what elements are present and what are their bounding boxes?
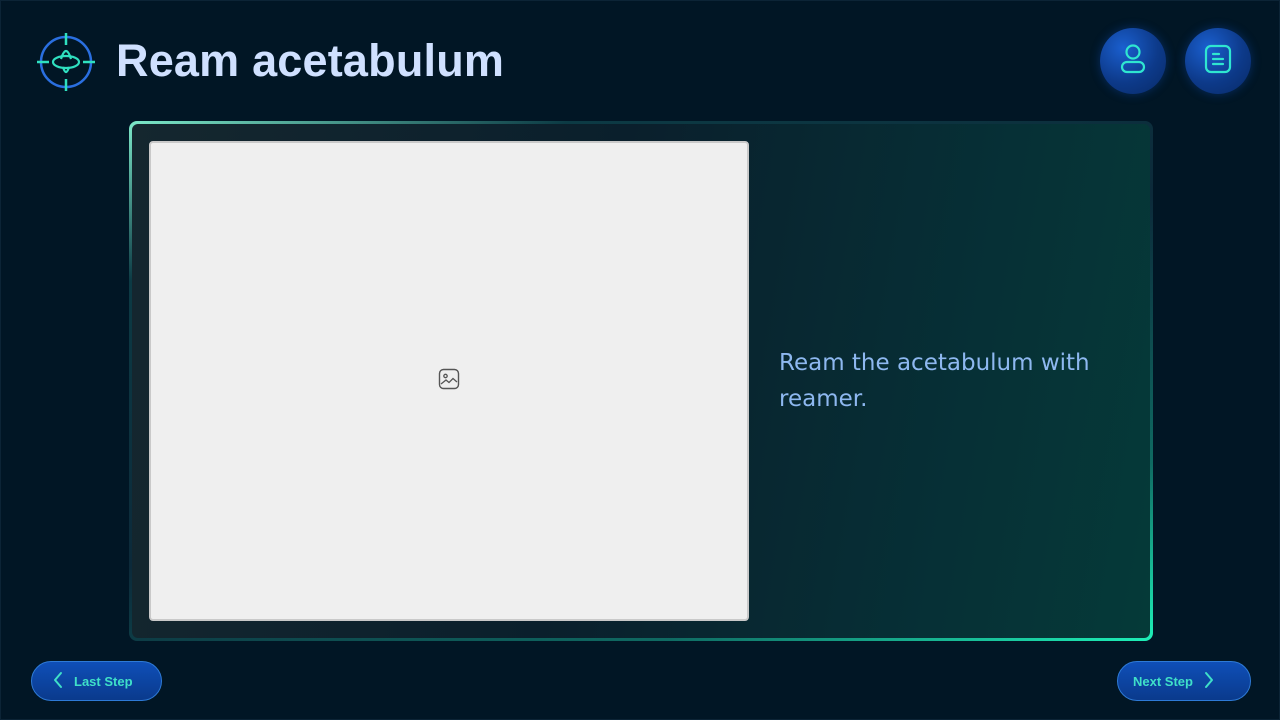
last-step-button[interactable]: Last Step: [31, 661, 162, 701]
document-icon: [1204, 44, 1232, 79]
user-button[interactable]: [1100, 28, 1166, 94]
chevron-right-icon: [1203, 671, 1215, 692]
chevron-left-icon: [52, 671, 64, 692]
last-step-label: Last Step: [74, 673, 133, 689]
page-title: Ream acetabulum: [116, 35, 505, 86]
document-button[interactable]: [1185, 28, 1251, 94]
next-step-button[interactable]: Next Step: [1117, 661, 1251, 701]
step-card-body: Ream the acetabulum with reamer.: [132, 124, 1150, 638]
step-card: Ream the acetabulum with reamer.: [129, 121, 1153, 641]
image-placeholder-icon: [438, 368, 460, 395]
user-icon: [1119, 43, 1147, 80]
crosshair-target-icon: [37, 33, 95, 91]
step-instruction: Ream the acetabulum with reamer.: [779, 350, 1090, 412]
step-image: [149, 141, 749, 621]
next-step-label: Next Step: [1133, 673, 1193, 689]
